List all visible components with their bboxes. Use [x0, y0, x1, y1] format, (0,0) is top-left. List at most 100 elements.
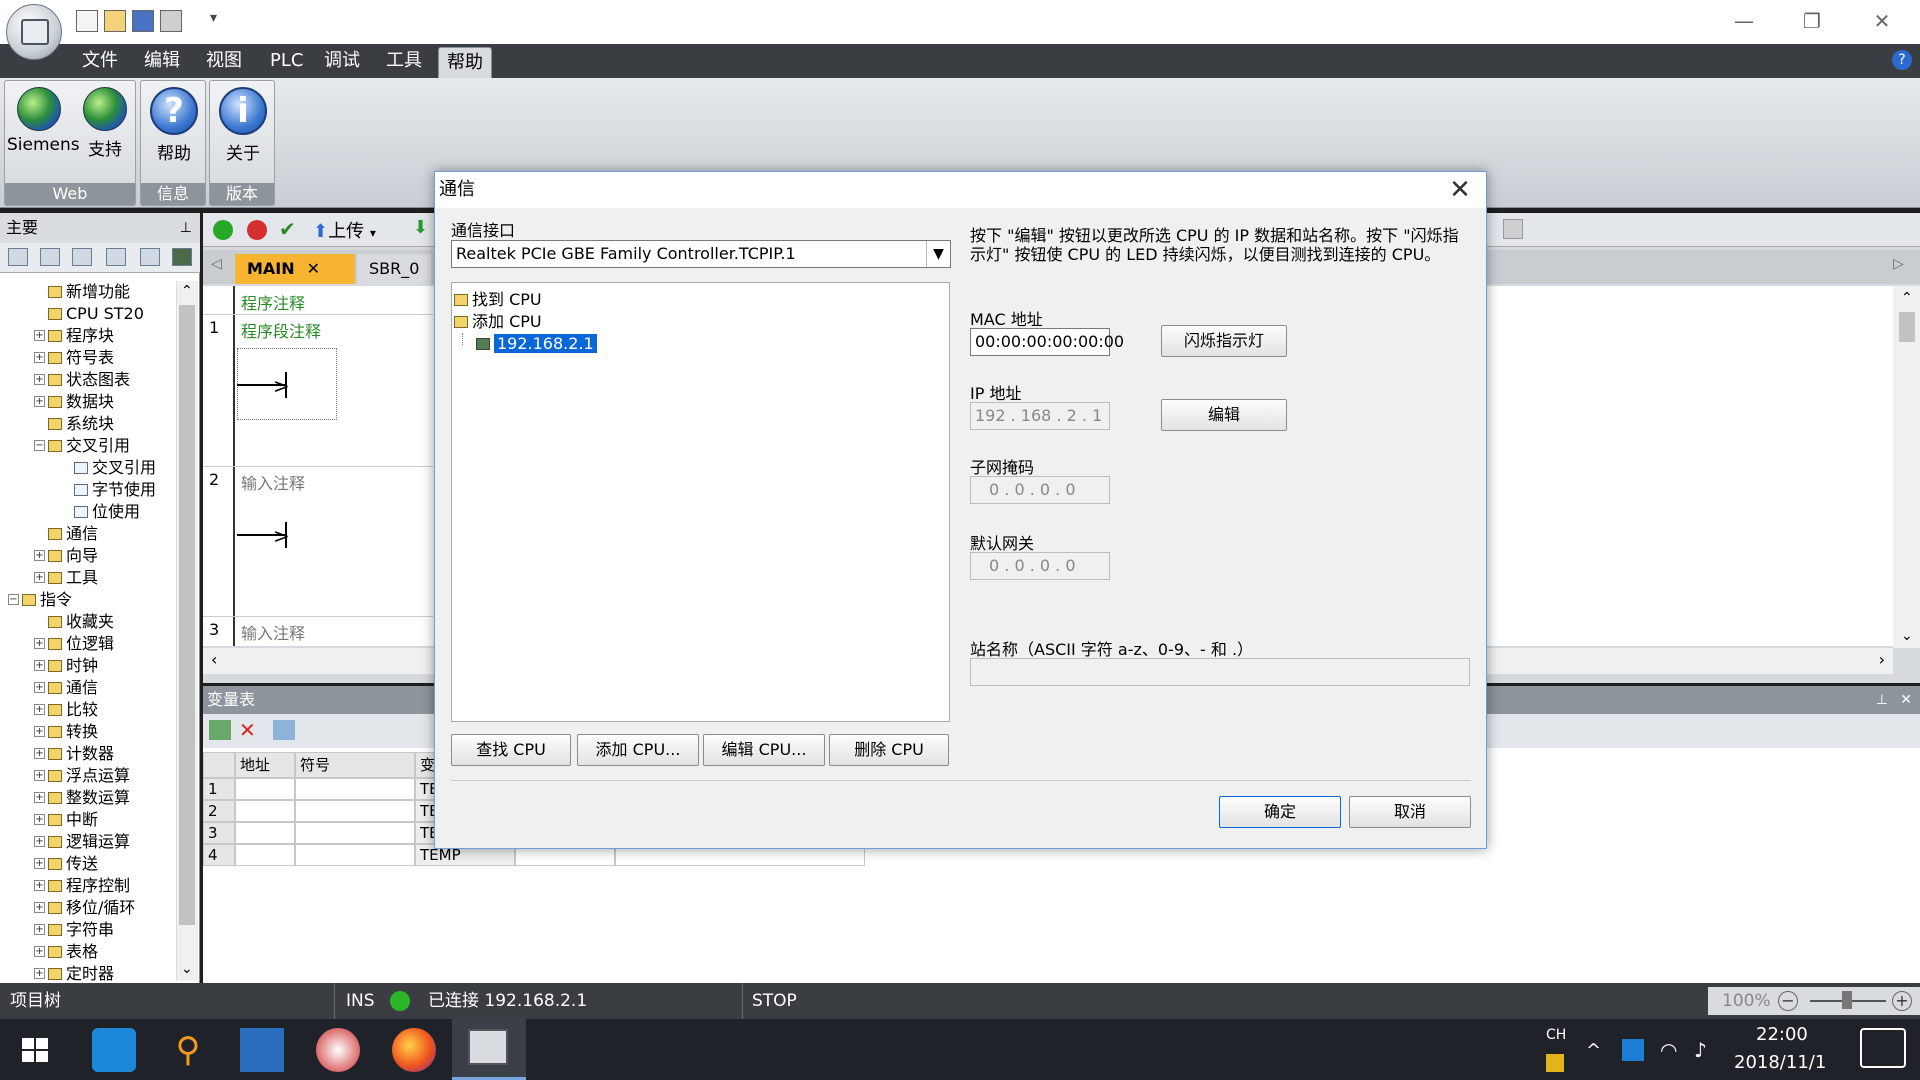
app-icon-1[interactable]	[92, 1028, 136, 1072]
windows-start-icon[interactable]	[14, 1028, 58, 1072]
notification-icon[interactable]	[1860, 1028, 1906, 1068]
network-comment[interactable]: 输入注释	[241, 620, 305, 644]
tree-item[interactable]: + 符号表	[34, 347, 114, 369]
quick-access-dropdown-icon[interactable]: ▾	[210, 10, 217, 26]
application-button[interactable]	[6, 4, 62, 60]
network-comment[interactable]: 输入注释	[241, 470, 305, 494]
tree-cpu-item[interactable]: 192.168.2.1	[476, 333, 597, 355]
tree-item[interactable]: + 表格	[34, 941, 98, 963]
scroll-right-icon[interactable]: ›	[1879, 650, 1885, 669]
collapse-icon[interactable]: −	[34, 440, 45, 451]
dialog-close-icon[interactable]: ✕	[1435, 172, 1485, 208]
print-icon[interactable]	[160, 10, 182, 32]
menu-debug[interactable]: 调试	[316, 44, 368, 78]
refresh-icon[interactable]	[273, 720, 295, 740]
minimize-icon[interactable]: —	[1724, 8, 1764, 34]
help-icon[interactable]: ?	[1892, 50, 1912, 70]
expand-icon[interactable]: +	[34, 968, 45, 979]
pin-icon[interactable]: ⊥	[1876, 686, 1888, 714]
stop-icon[interactable]	[247, 220, 267, 240]
new-file-icon[interactable]	[76, 10, 98, 32]
cell-symbol[interactable]	[295, 822, 415, 844]
upload-button[interactable]: ⬆上传 ▾	[313, 217, 376, 243]
blink-led-button[interactable]: 闪烁指示灯	[1161, 325, 1287, 357]
search-icon[interactable]: ⚲	[166, 1028, 210, 1072]
scroll-up-icon[interactable]: ⌃	[1901, 290, 1913, 306]
tree-item[interactable]: + 数据块	[34, 391, 114, 413]
expand-icon[interactable]: +	[34, 748, 45, 759]
insert-row-icon[interactable]	[209, 720, 231, 740]
find-cpu-button[interactable]: 查找 CPU	[451, 734, 571, 766]
tree-item[interactable]: 位使用	[74, 501, 140, 523]
close-icon[interactable]: ✕	[1900, 686, 1912, 714]
tree-item[interactable]: 通信	[48, 523, 98, 545]
scroll-left-icon[interactable]: ‹	[211, 650, 217, 669]
scroll-up-icon[interactable]: ⌃	[181, 283, 193, 299]
add-cpu-button[interactable]: 添加 CPU...	[577, 734, 699, 766]
help-button[interactable]: ? 帮助	[142, 87, 206, 164]
zoom-in-icon[interactable]: +	[1892, 991, 1912, 1011]
tab-scroll-left-icon[interactable]: ◁	[211, 256, 222, 272]
scroll-down-icon[interactable]: ⌄	[181, 961, 193, 977]
menu-help[interactable]: 帮助	[438, 47, 492, 78]
scroll-down-icon[interactable]: ⌄	[1901, 628, 1913, 644]
chevron-down-icon[interactable]: ▼	[926, 241, 950, 267]
tree-item[interactable]: + 整数运算	[34, 787, 130, 809]
col-address[interactable]: 地址	[235, 752, 295, 778]
tree-item[interactable]: + 转换	[34, 721, 98, 743]
tree-item[interactable]: + 程序块	[34, 325, 114, 347]
media-player-icon[interactable]	[240, 1028, 284, 1072]
tree-item[interactable]: 收藏夹	[48, 611, 114, 633]
tree-item[interactable]: 新增功能	[48, 281, 130, 303]
cell-symbol[interactable]	[295, 800, 415, 822]
expand-icon[interactable]: +	[34, 330, 45, 341]
tree-item[interactable]: + 定时器	[34, 963, 114, 981]
tree-item[interactable]: + 程序控制	[34, 875, 130, 897]
cell-address[interactable]	[235, 778, 295, 800]
menu-edit[interactable]: 编辑	[136, 44, 188, 78]
tree-item[interactable]: CPU ST20	[48, 303, 144, 325]
tree-found-cpu[interactable]: 找到 CPU	[454, 289, 542, 311]
tree-item[interactable]: 字节使用	[74, 479, 156, 501]
expand-icon[interactable]: +	[34, 572, 45, 583]
save-icon[interactable]	[132, 10, 154, 32]
expand-icon[interactable]: +	[34, 858, 45, 869]
tree-scrollbar[interactable]: ⌃ ⌄	[176, 281, 198, 981]
cancel-button[interactable]: 取消	[1349, 796, 1471, 828]
open-folder-icon[interactable]	[104, 10, 126, 32]
tray-app-icon[interactable]	[1622, 1039, 1644, 1061]
zoom-slider-thumb[interactable]	[1842, 991, 1852, 1009]
tree-item[interactable]: + 浮点运算	[34, 765, 130, 787]
table-icon[interactable]	[40, 248, 60, 266]
expand-icon[interactable]: +	[34, 638, 45, 649]
tree-item[interactable]: + 比较	[34, 699, 98, 721]
list-icon[interactable]	[72, 248, 92, 266]
scroll-thumb[interactable]	[179, 305, 195, 925]
support-button[interactable]: 支持	[73, 87, 137, 160]
delete-row-icon[interactable]: ✕	[239, 720, 261, 740]
input-language[interactable]: CH	[1546, 1027, 1566, 1043]
gateway-field[interactable]: 0 . 0 . 0 . 0	[970, 552, 1110, 580]
menu-plc[interactable]: PLC	[262, 44, 311, 78]
tree-item[interactable]: + 工具	[34, 567, 98, 589]
expand-icon[interactable]: +	[34, 902, 45, 913]
tree-add-cpu[interactable]: 添加 CPU	[454, 311, 542, 333]
step7-taskbar-button[interactable]	[452, 1019, 526, 1080]
tree-item[interactable]: + 逻辑运算	[34, 831, 130, 853]
expand-icon[interactable]: +	[34, 396, 45, 407]
tree-item[interactable]: + 计数器	[34, 743, 114, 765]
ip-field[interactable]: 192 . 168 . 2 . 1	[970, 402, 1110, 430]
tree-item[interactable]: − 交叉引用	[34, 435, 130, 457]
col-symbol[interactable]: 符号	[295, 752, 415, 778]
expand-icon[interactable]: +	[34, 726, 45, 737]
expand-icon[interactable]: +	[34, 682, 45, 693]
station-name-field[interactable]	[970, 658, 1470, 686]
cell-symbol[interactable]	[295, 778, 415, 800]
clipboard-icon[interactable]	[1503, 219, 1523, 239]
tree-item[interactable]: + 通信	[34, 677, 98, 699]
tab-sbr0[interactable]: SBR_0	[357, 254, 432, 284]
wifi-icon[interactable]: ◠	[1660, 1038, 1677, 1062]
editor-vscrollbar[interactable]: ⌃ ⌄	[1893, 286, 1920, 648]
tree-item[interactable]: 系统块	[48, 413, 114, 435]
about-button[interactable]: i 关于	[211, 87, 275, 164]
